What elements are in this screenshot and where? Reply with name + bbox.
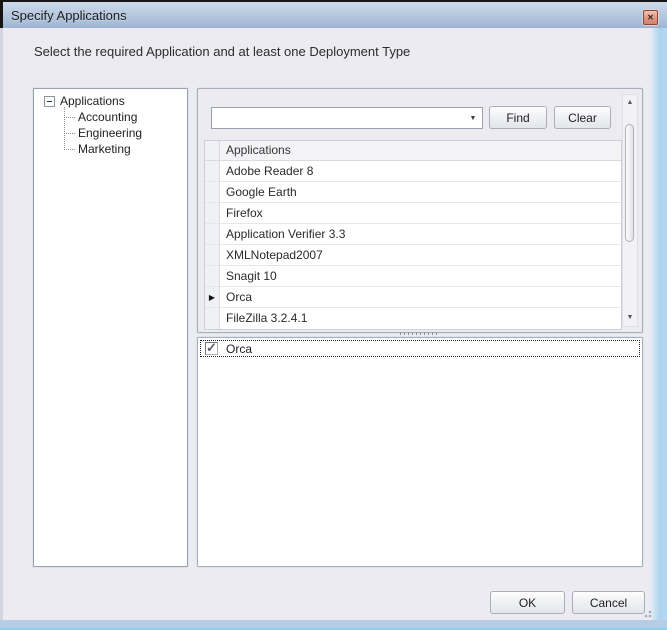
grid-indicator-column-header	[205, 141, 220, 160]
tree-node-applications[interactable]: Applications	[34, 93, 187, 109]
checked-list-item-orca[interactable]: ✓ Orca	[200, 340, 640, 357]
row-indicator-cell	[205, 203, 220, 223]
tree-children: Accounting Engineering Marketing	[34, 109, 187, 157]
grid-column-header[interactable]: Applications	[220, 141, 621, 160]
grid-row-adobe-reader-8[interactable]: Adobe Reader 8	[205, 161, 621, 182]
check-icon: ✓	[206, 340, 217, 356]
tree-node-label: Accounting	[78, 110, 137, 124]
grid-header-row: Applications	[205, 141, 621, 161]
tree-node-accounting[interactable]: Accounting	[34, 109, 187, 125]
instruction-text: Select the required Application and at l…	[34, 44, 410, 59]
grid-cell-application-name: XMLNotepad2007	[220, 245, 621, 265]
tree-collapse-icon[interactable]	[44, 96, 55, 107]
checkbox-checked[interactable]: ✓	[205, 342, 218, 355]
vertical-scrollbar[interactable]: ▲ ▼	[622, 94, 638, 327]
scroll-down-icon[interactable]: ▼	[623, 310, 637, 326]
splitter-grip-icon	[400, 332, 440, 335]
filter-combobox[interactable]: ▼	[211, 107, 483, 129]
grid-row-snagit-10[interactable]: Snagit 10	[205, 266, 621, 287]
tree-node-engineering[interactable]: Engineering	[34, 125, 187, 141]
grid-cell-application-name: Orca	[220, 287, 621, 307]
clear-button[interactable]: Clear	[554, 106, 611, 129]
grid-row-application-verifier-3-3[interactable]: Application Verifier 3.3	[205, 224, 621, 245]
filter-input[interactable]	[212, 111, 464, 125]
window-title: Specify Applications	[11, 8, 127, 23]
grid-row-orca[interactable]: ▶Orca	[205, 287, 621, 308]
find-button[interactable]: Find	[489, 106, 547, 129]
grid-cell-application-name: Adobe Reader 8	[220, 161, 621, 181]
selected-applications-list: ✓ Orca	[197, 337, 643, 567]
window-bottom-border	[0, 620, 667, 630]
row-indicator-cell	[205, 161, 220, 181]
window-left-border	[0, 28, 3, 620]
tree-node-label: Engineering	[78, 126, 142, 140]
grid-row-google-earth[interactable]: Google Earth	[205, 182, 621, 203]
scrollbar-thumb[interactable]	[625, 124, 634, 242]
grid-row-filezilla-3-2-4-1[interactable]: FileZilla 3.2.4.1	[205, 308, 621, 329]
checked-item-label: Orca	[226, 342, 252, 356]
combo-dropdown-icon[interactable]: ▼	[464, 115, 482, 122]
grid-cell-application-name: Application Verifier 3.3	[220, 224, 621, 244]
tree-root-label: Applications	[60, 94, 125, 108]
row-indicator-cell	[205, 245, 220, 265]
row-indicator-cell	[205, 224, 220, 244]
resize-grip-icon[interactable]	[640, 606, 652, 618]
specify-applications-dialog: Specify Applications ✕ Select the requir…	[0, 0, 667, 630]
scroll-up-icon[interactable]: ▲	[623, 95, 637, 111]
close-icon: ✕	[647, 13, 654, 22]
grid-cell-application-name: Google Earth	[220, 182, 621, 202]
titlebar[interactable]: Specify Applications	[0, 2, 667, 28]
window-top-border	[0, 0, 667, 2]
grid-row-firefox[interactable]: Firefox	[205, 203, 621, 224]
grid-cell-application-name: Snagit 10	[220, 266, 621, 286]
row-indicator-cell	[205, 266, 220, 286]
grid-cell-application-name: FileZilla 3.2.4.1	[220, 308, 621, 329]
ok-button[interactable]: OK	[490, 591, 565, 614]
current-row-arrow-icon: ▶	[205, 287, 220, 307]
close-button[interactable]: ✕	[643, 10, 658, 25]
tree-node-marketing[interactable]: Marketing	[34, 141, 187, 157]
application-browser-panel: ▼ Find Clear Applications Adobe Reader 8…	[197, 88, 643, 333]
window-right-border	[651, 28, 667, 620]
grid-row-xmlnotepad2007[interactable]: XMLNotepad2007	[205, 245, 621, 266]
row-indicator-cell	[205, 308, 220, 329]
row-indicator-cell	[205, 182, 220, 202]
grid-rows: Adobe Reader 8Google EarthFirefoxApplica…	[205, 161, 621, 329]
grid-cell-application-name: Firefox	[220, 203, 621, 223]
window-left-border-dark	[0, 0, 3, 28]
applications-tree: Applications Accounting Engineering Market…	[33, 88, 188, 567]
applications-grid: Applications Adobe Reader 8Google EarthF…	[204, 140, 622, 330]
cancel-button[interactable]: Cancel	[572, 591, 645, 614]
tree-node-label: Marketing	[78, 142, 131, 156]
